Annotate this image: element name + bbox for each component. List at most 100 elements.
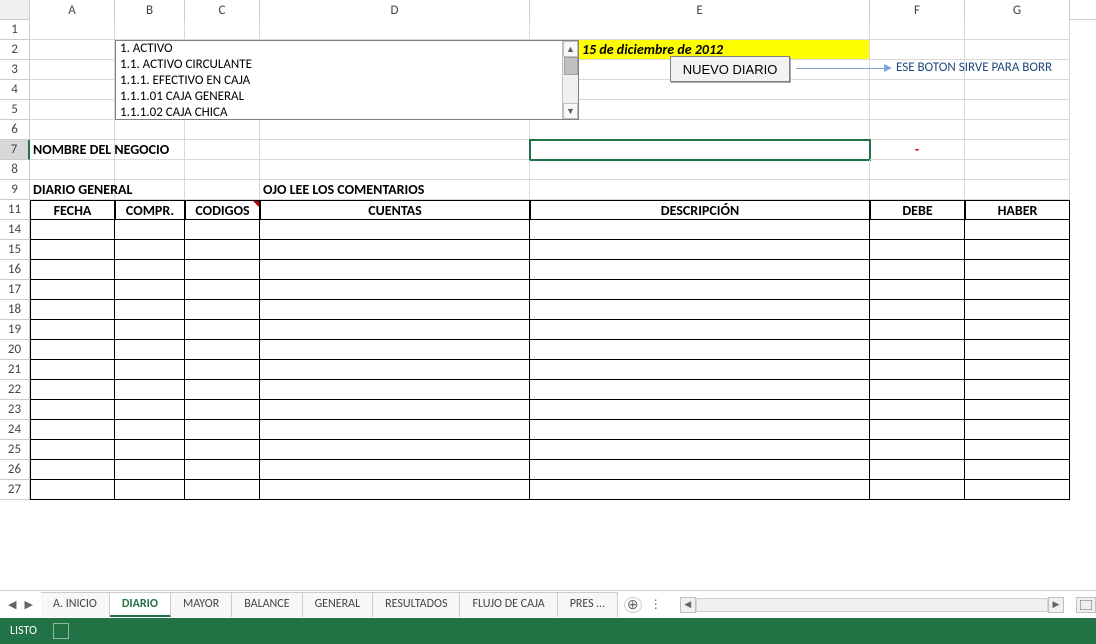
cell-F15[interactable] [870, 240, 965, 260]
cell-B15[interactable] [115, 240, 185, 260]
hscroll-left-icon[interactable]: ◀ [680, 597, 696, 613]
cell-D9-ojo-comentarios[interactable]: OJO LEE LOS COMENTARIOS [260, 180, 530, 200]
cell-B20[interactable] [115, 340, 185, 360]
cell-E6[interactable] [530, 120, 870, 140]
row-header-27[interactable]: 27 [0, 480, 30, 500]
scroll-up-arrow-icon[interactable]: ▲ [563, 41, 578, 57]
row-header-23[interactable]: 23 [0, 400, 30, 420]
cell-E24[interactable] [530, 420, 870, 440]
cell-A2[interactable] [30, 40, 115, 60]
cell-A24[interactable] [30, 420, 115, 440]
cell-C20[interactable] [185, 340, 260, 360]
cell-D20[interactable] [260, 340, 530, 360]
table-header-codigos[interactable]: CODIGOS [185, 200, 260, 220]
table-header-compr[interactable]: COMPR. [115, 200, 185, 220]
table-header-haber[interactable]: HABER [965, 200, 1070, 220]
cell-E7-selected[interactable] [530, 140, 870, 160]
row-header-6[interactable]: 6 [0, 120, 30, 140]
cell-A21[interactable] [30, 360, 115, 380]
row-header-2[interactable]: 2 [0, 40, 30, 60]
cell-C27[interactable] [185, 480, 260, 500]
sheet-tab-balance[interactable]: BALANCE [232, 592, 302, 617]
cell-A1[interactable] [30, 20, 115, 40]
cell-B9[interactable] [115, 180, 185, 200]
cell-D14[interactable] [260, 220, 530, 240]
cell-G26[interactable] [965, 460, 1070, 480]
cell-D6[interactable] [260, 120, 530, 140]
cell-F7-dash[interactable]: - [870, 140, 965, 160]
macro-record-icon[interactable] [53, 623, 69, 639]
nuevo-diario-button[interactable]: NUEVO DIARIO [670, 56, 790, 82]
cell-C6[interactable] [185, 120, 260, 140]
cell-B17[interactable] [115, 280, 185, 300]
select-all-corner[interactable] [0, 0, 30, 20]
cell-F22[interactable] [870, 380, 965, 400]
cell-B25[interactable] [115, 440, 185, 460]
table-header-debe[interactable]: DEBE [870, 200, 965, 220]
cell-F24[interactable] [870, 420, 965, 440]
sheet-tab-resultados[interactable]: RESULTADOS [373, 592, 460, 617]
cell-F4[interactable] [870, 80, 965, 100]
cell-C14[interactable] [185, 220, 260, 240]
cell-D23[interactable] [260, 400, 530, 420]
scroll-down-arrow-icon[interactable]: ▼ [563, 103, 578, 119]
cell-C18[interactable] [185, 300, 260, 320]
data-validation-dropdown[interactable]: 1. ACTIVO 1.1. ACTIVO CIRCULANTE 1.1.1. … [115, 40, 579, 120]
tab-nav-prev-icon[interactable]: ◀ [8, 598, 16, 611]
row-header-8[interactable]: 8 [0, 160, 30, 180]
cell-F19[interactable] [870, 320, 965, 340]
cell-A22[interactable] [30, 380, 115, 400]
cell-C26[interactable] [185, 460, 260, 480]
cell-D27[interactable] [260, 480, 530, 500]
cell-B14[interactable] [115, 220, 185, 240]
cell-C17[interactable] [185, 280, 260, 300]
cell-C22[interactable] [185, 380, 260, 400]
cell-F8[interactable] [870, 160, 965, 180]
cell-D17[interactable] [260, 280, 530, 300]
cell-B8[interactable] [115, 160, 185, 180]
row-header-11[interactable]: 11 [0, 200, 30, 220]
cell-A6[interactable] [30, 120, 115, 140]
cell-D18[interactable] [260, 300, 530, 320]
table-header-fecha[interactable]: FECHA [30, 200, 115, 220]
col-header-D[interactable]: D [260, 0, 530, 20]
cell-A18[interactable] [30, 300, 115, 320]
cell-G17[interactable] [965, 280, 1070, 300]
row-header-14[interactable]: 14 [0, 220, 30, 240]
cell-F25[interactable] [870, 440, 965, 460]
sheet-tab-diario[interactable]: DIARIO [110, 592, 171, 617]
table-header-descripcion[interactable]: DESCRIPCIÓN [530, 200, 870, 220]
cell-B16[interactable] [115, 260, 185, 280]
cell-G16[interactable] [965, 260, 1070, 280]
cell-B7[interactable] [115, 140, 185, 160]
cell-A23[interactable] [30, 400, 115, 420]
cell-D25[interactable] [260, 440, 530, 460]
cell-G14[interactable] [965, 220, 1070, 240]
add-sheet-button[interactable]: ⊕ [624, 597, 642, 613]
cell-G19[interactable] [965, 320, 1070, 340]
sheet-tab-a-inicio[interactable]: A. INICIO [41, 592, 110, 617]
sheet-tab-pres-[interactable]: PRES … [558, 592, 618, 617]
cell-A8[interactable] [30, 160, 115, 180]
dropdown-item-2[interactable]: 1.1.1. EFECTIVO EN CAJA [116, 73, 562, 89]
cell-B6[interactable] [115, 120, 185, 140]
cell-G23[interactable] [965, 400, 1070, 420]
cell-G9[interactable] [965, 180, 1070, 200]
cell-A3[interactable] [30, 60, 115, 80]
cell-E5[interactable] [530, 100, 870, 120]
cell-F9[interactable] [870, 180, 965, 200]
row-header-21[interactable]: 21 [0, 360, 30, 380]
cell-B1[interactable] [115, 20, 185, 40]
cell-G5[interactable] [965, 100, 1070, 120]
cell-B23[interactable] [115, 400, 185, 420]
row-header-7[interactable]: 7 [0, 140, 30, 160]
row-header-18[interactable]: 18 [0, 300, 30, 320]
cell-F18[interactable] [870, 300, 965, 320]
cell-C16[interactable] [185, 260, 260, 280]
cell-G18[interactable] [965, 300, 1070, 320]
row-header-15[interactable]: 15 [0, 240, 30, 260]
cell-E25[interactable] [530, 440, 870, 460]
row-header-5[interactable]: 5 [0, 100, 30, 120]
cell-G22[interactable] [965, 380, 1070, 400]
cell-G25[interactable] [965, 440, 1070, 460]
